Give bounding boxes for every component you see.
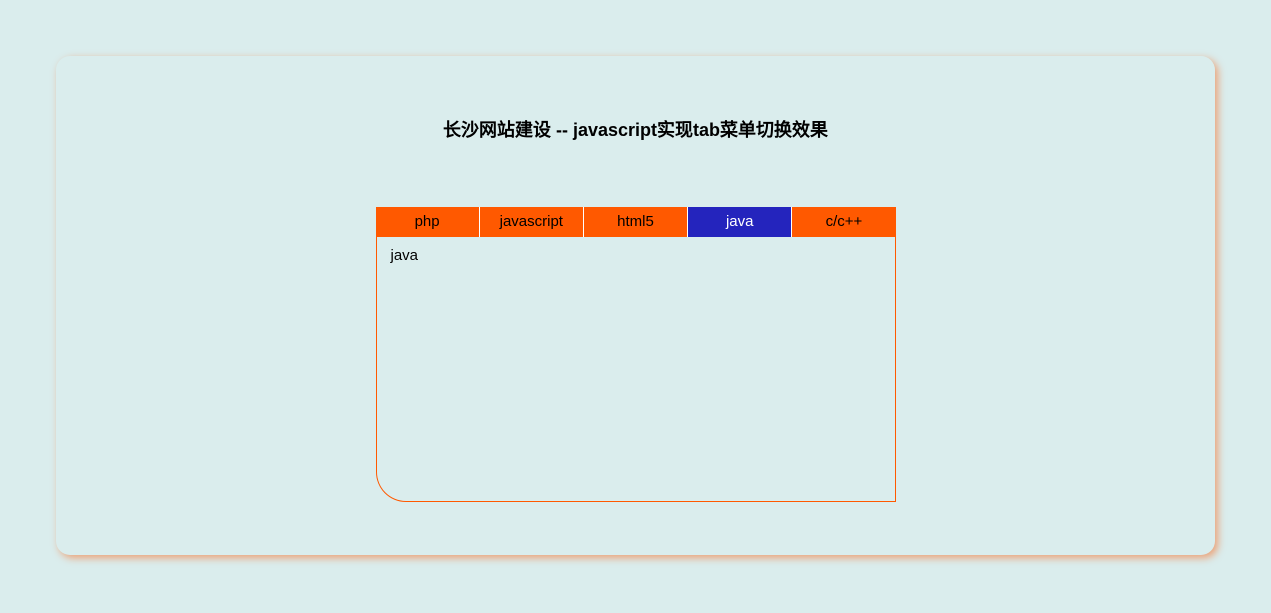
page-title: 长沙网站建设 -- javascript实现tab菜单切换效果: [56, 56, 1215, 142]
tab-cpp[interactable]: c/c++: [792, 207, 895, 237]
tab-javascript[interactable]: javascript: [480, 207, 584, 237]
tab-java[interactable]: java: [688, 207, 792, 237]
tab-html5[interactable]: html5: [584, 207, 688, 237]
tab-widget: php javascript html5 java c/c++ java: [376, 207, 896, 502]
tab-content-panel: java: [376, 237, 896, 502]
tab-content-text: java: [391, 247, 419, 264]
tab-header: php javascript html5 java c/c++: [376, 207, 896, 237]
tab-php[interactable]: php: [376, 207, 480, 237]
main-panel: 长沙网站建设 -- javascript实现tab菜单切换效果 php java…: [56, 56, 1215, 555]
